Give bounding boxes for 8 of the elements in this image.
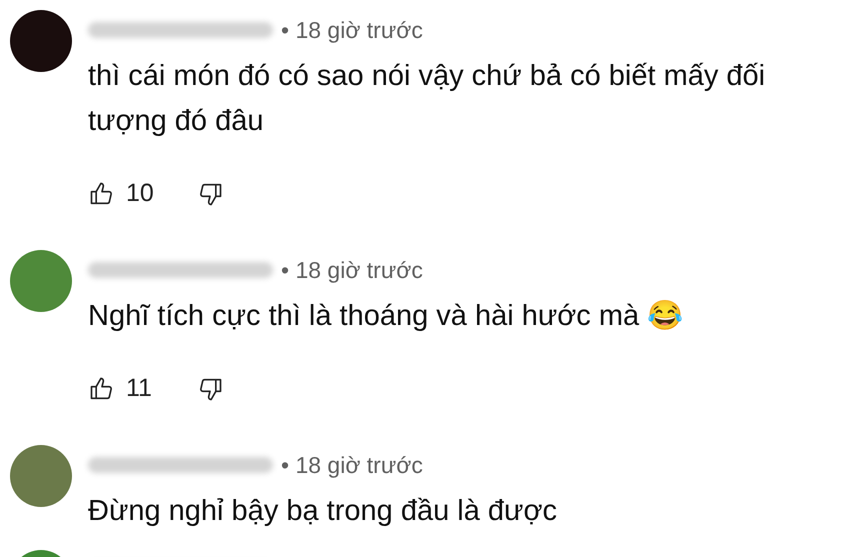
- comment-time: • 18 giờ trước: [281, 16, 423, 45]
- comment-time: • 18 giờ trước: [281, 450, 423, 480]
- like-count: 11: [126, 373, 153, 404]
- like-count: 10: [126, 178, 155, 210]
- comment-time: • 18 giờ trước: [281, 256, 423, 285]
- comment-text: Đừng nghỉ bậy bạ trong đầu là được: [88, 494, 558, 529]
- comment-text: Nghĩ tích cực thì là thoáng và hài hước mà 😂: [88, 299, 684, 334]
- comment-text: thì cái món đó có sao nói vậy chứ bả có biết mấy đối tượng đó đâu: [88, 59, 766, 139]
